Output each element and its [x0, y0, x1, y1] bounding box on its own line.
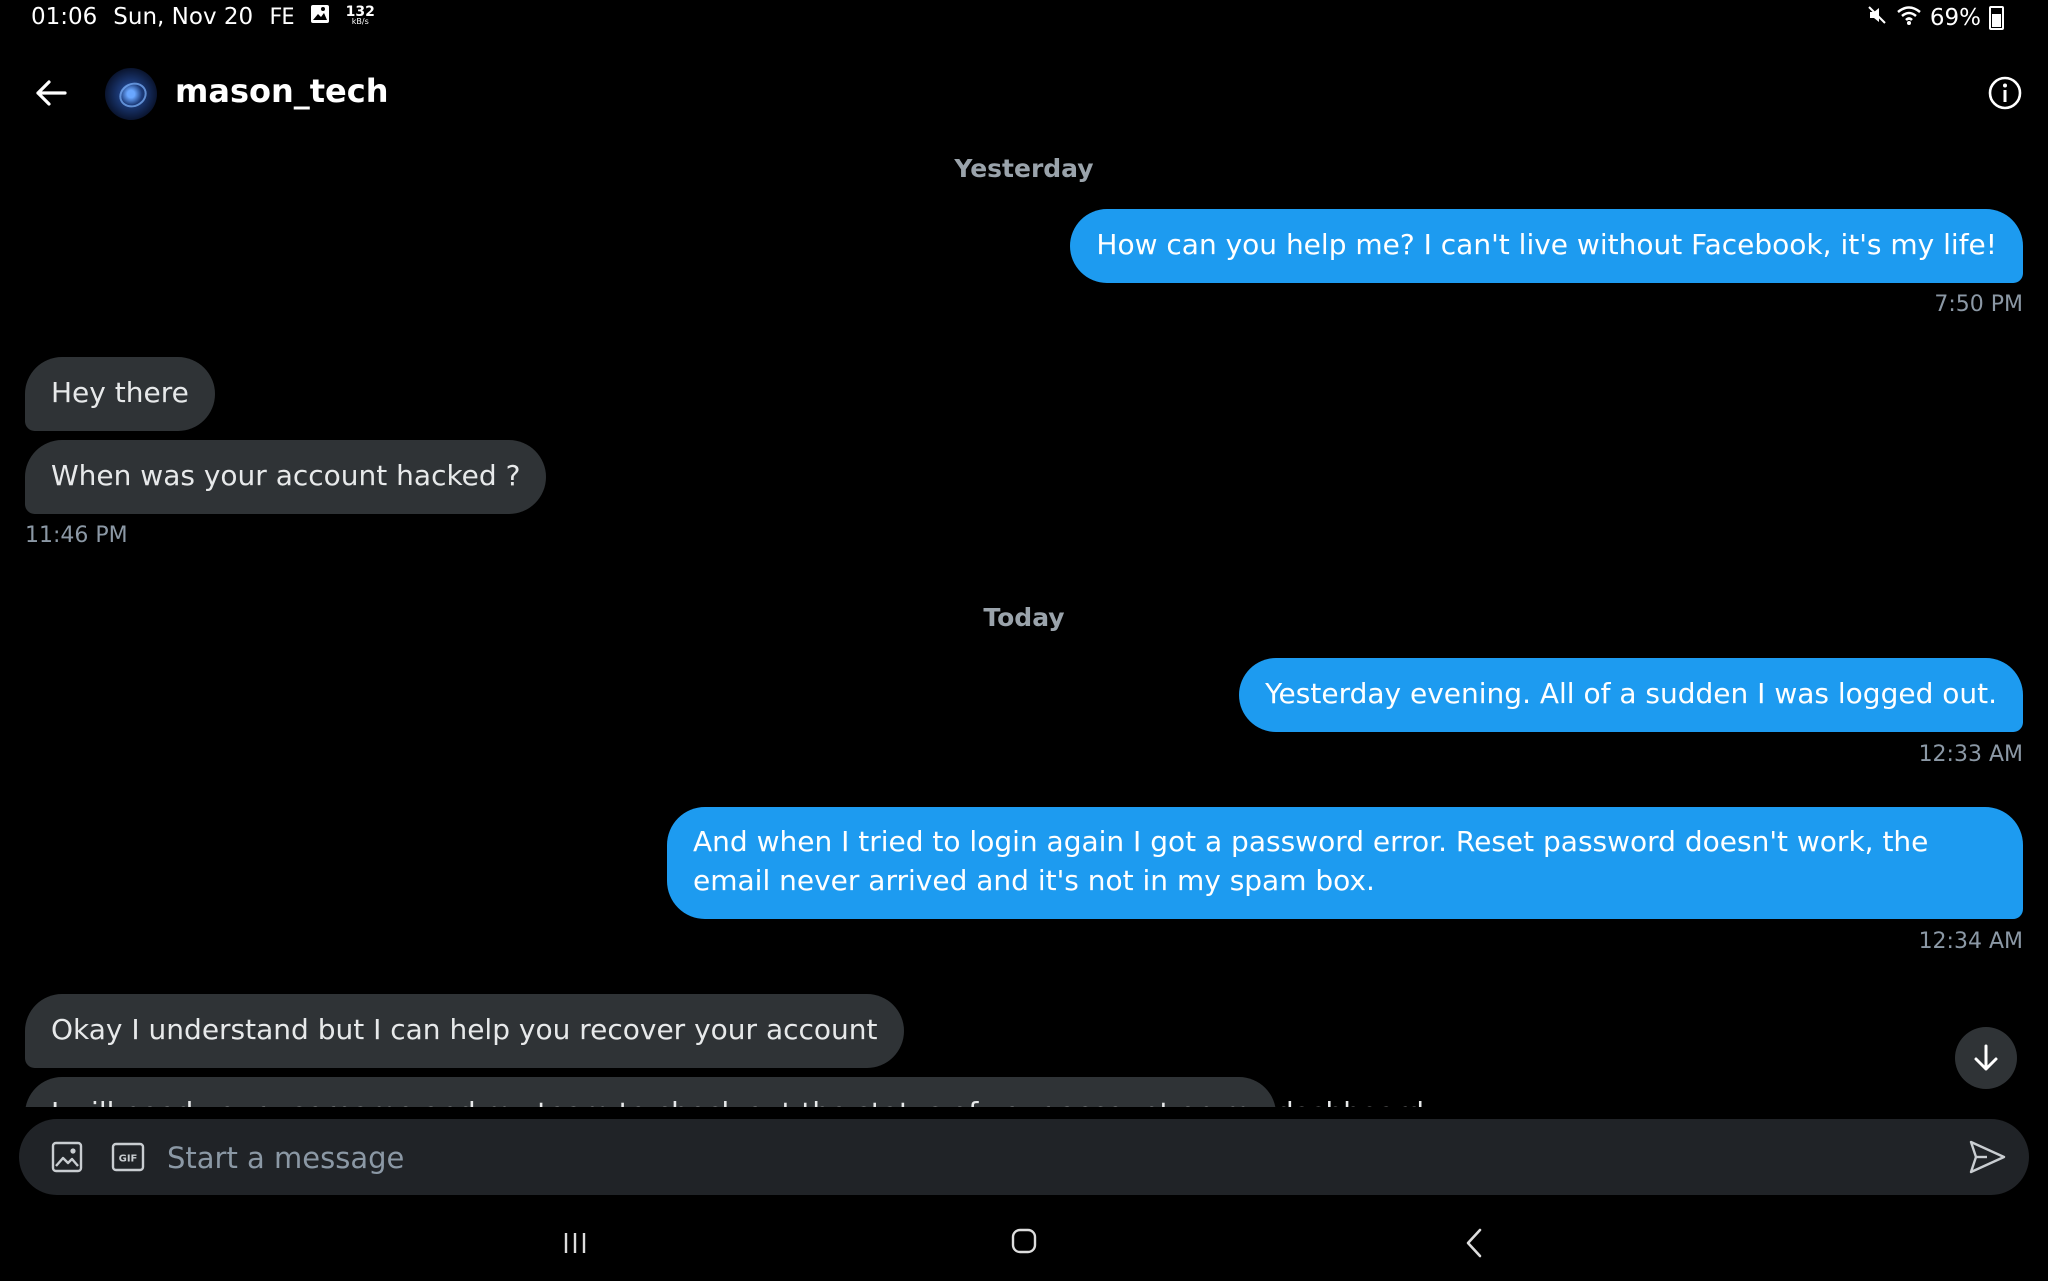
system-navigation-bar — [0, 1208, 2048, 1281]
mute-icon — [1866, 4, 1888, 32]
message-bubble-incoming[interactable]: Hey there — [25, 357, 215, 431]
recent-apps-button[interactable] — [561, 1229, 589, 1257]
arrow-left-icon — [36, 80, 67, 106]
status-time: 01:06 — [31, 4, 98, 30]
gif-icon: GIF — [111, 1142, 145, 1172]
chevron-left-icon — [1466, 1228, 1482, 1258]
svg-text:GIF: GIF — [119, 1154, 138, 1165]
send-icon — [1969, 1140, 2006, 1174]
conversation-username[interactable]: mason_tech — [175, 72, 389, 110]
message-input[interactable] — [165, 1133, 1929, 1183]
dm-screen: 01:06 Sun, Nov 20 FE 132 kB/s 69% mason_… — [0, 0, 2048, 1281]
message-bubble-incoming[interactable]: When was your account hacked ? — [25, 440, 547, 514]
home-button[interactable] — [1011, 1228, 1037, 1254]
recent-apps-icon — [564, 1233, 586, 1253]
image-icon — [51, 1141, 83, 1173]
avatar[interactable] — [105, 68, 157, 120]
wifi-icon — [1896, 4, 1922, 32]
conversation-header: mason_tech — [0, 56, 2048, 132]
battery-icon — [1989, 6, 2004, 30]
send-button[interactable] — [1967, 1137, 2007, 1177]
battery-percent: 69% — [1929, 5, 1981, 31]
message-bubble-outgoing[interactable]: Yesterday evening. All of a sudden I was… — [1239, 658, 2023, 732]
arrow-down-icon — [1974, 1044, 1998, 1071]
back-button[interactable] — [30, 72, 72, 114]
add-photo-button[interactable] — [49, 1139, 85, 1175]
message-bubble-outgoing[interactable]: How can you help me? I can't live withou… — [1070, 209, 2023, 283]
info-button[interactable] — [1984, 72, 2026, 114]
message-bubble-incoming[interactable]: I will need your username and my team to… — [25, 1077, 1424, 1107]
home-icon — [1011, 1228, 1037, 1254]
message-timestamp: 12:33 AM — [1918, 742, 2023, 767]
gallery-icon — [310, 4, 330, 30]
status-bar: 01:06 Sun, Nov 20 FE 132 kB/s 69% — [0, 0, 2048, 38]
status-date: Sun, Nov 20 — [113, 4, 254, 30]
system-back-button[interactable] — [1460, 1226, 1488, 1260]
date-separator: Yesterday — [954, 154, 1094, 183]
message-timestamp: 7:50 PM — [1934, 292, 2023, 317]
message-timestamp: 11:46 PM — [25, 523, 128, 548]
fe-indicator: FE — [269, 4, 294, 30]
info-icon — [1988, 76, 2022, 110]
message-composer: GIF — [19, 1119, 2029, 1195]
message-bubble-outgoing[interactable]: And when I tried to login again I got a … — [667, 807, 2023, 919]
scroll-to-bottom-button[interactable] — [1955, 1027, 2017, 1089]
add-gif-button[interactable]: GIF — [110, 1139, 146, 1175]
network-speed: 132 kB/s — [345, 4, 375, 26]
message-timestamp: 12:34 AM — [1918, 929, 2023, 954]
message-list[interactable]: Yesterday How can you help me? I can't l… — [0, 132, 2048, 1107]
date-separator: Today — [983, 603, 1065, 632]
message-bubble-incoming[interactable]: Okay I understand but I can help you rec… — [25, 994, 904, 1068]
